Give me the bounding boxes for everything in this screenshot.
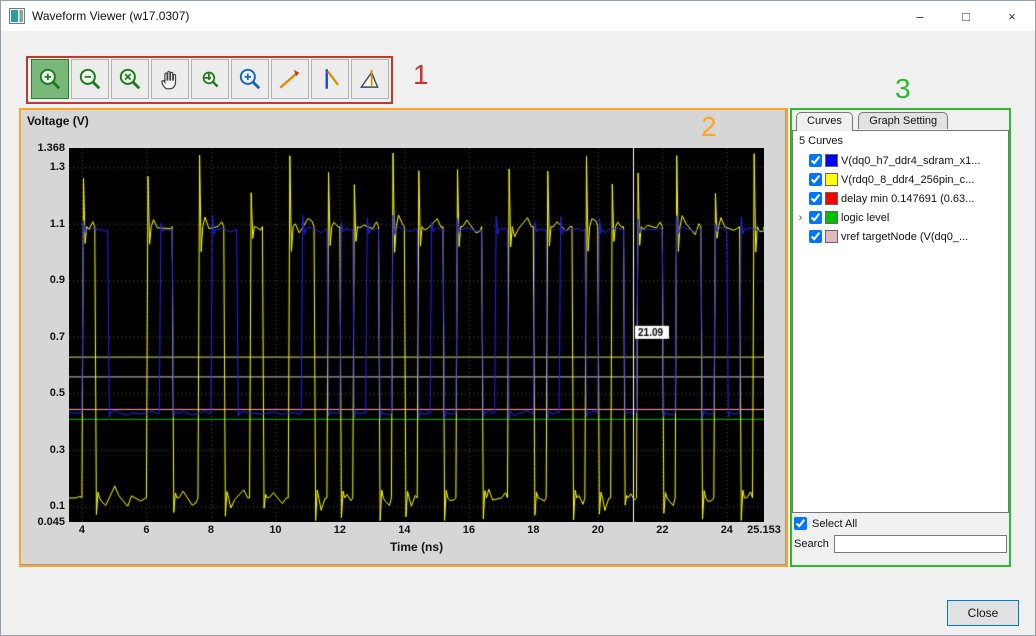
tab-graph-setting[interactable]: Graph Setting <box>858 112 949 129</box>
curve-checkbox[interactable] <box>809 173 822 186</box>
magnifier-minus-icon <box>77 66 103 92</box>
magnifier-blue-icon <box>237 66 263 92</box>
curve-row: › logic level <box>793 208 1008 227</box>
magnifier-small-icon <box>197 66 223 92</box>
hand-icon <box>157 66 183 92</box>
expand-chevron-icon[interactable]: › <box>795 212 806 224</box>
annotation-label-1: 1 <box>413 59 429 90</box>
curves-panel-bottom: Select All Search <box>792 517 1009 553</box>
curve-label[interactable]: delay min 0.147691 (0.63... <box>841 193 974 205</box>
y-tick-label: 1.1 <box>49 217 65 230</box>
curve-list: V(dq0_h7_ddr4_sdram_x1... V(rdq0_8_ddr4_2… <box>793 151 1008 246</box>
curve-checkbox[interactable] <box>809 230 822 243</box>
curve-label[interactable]: logic level <box>841 212 889 224</box>
select-all-label: Select All <box>812 517 858 530</box>
tab-curves[interactable]: Curves <box>796 112 853 131</box>
x-tick-label: 4 <box>78 524 86 536</box>
y-axis-title: Voltage (V) <box>27 114 89 128</box>
curve-color-swatch <box>825 192 838 205</box>
magnifier-x-icon <box>117 66 143 92</box>
measurement-button[interactable] <box>351 59 389 99</box>
curve-checkbox[interactable] <box>809 154 822 167</box>
y-tick-label: 1.3 <box>49 161 65 174</box>
curves-panel: Curves Graph Setting 5 Curves V(dq0_h7_d… <box>792 111 1009 562</box>
search-label: Search <box>794 538 829 550</box>
app-icon <box>9 8 25 24</box>
ruler-triangle-icon <box>357 66 383 92</box>
zoom-x-button[interactable] <box>111 59 149 99</box>
curve-row: delay min 0.147691 (0.63... <box>793 189 1008 208</box>
curve-color-swatch <box>825 211 838 224</box>
y-tick-label: 1.368 <box>37 142 65 154</box>
x-tick-label: 8 <box>207 524 215 536</box>
zoom-fit-button[interactable] <box>231 59 269 99</box>
vertical-marker-icon <box>317 66 343 92</box>
curve-color-swatch <box>825 173 838 186</box>
x-axis-title: Time (ns) <box>389 540 444 554</box>
annotation-label-3: 3 <box>895 73 911 104</box>
curve-row: V(dq0_h7_ddr4_sdram_x1... <box>793 151 1008 170</box>
search-row: Search <box>792 535 1009 553</box>
close-window-button[interactable]: × <box>989 1 1035 31</box>
curve-checkbox[interactable] <box>809 211 822 224</box>
x-tick-label: 12 <box>333 524 347 536</box>
curve-label[interactable]: V(rdq0_8_ddr4_256pin_c... <box>841 174 974 186</box>
minimize-button[interactable]: – <box>897 1 943 31</box>
zoom-out-button[interactable] <box>71 59 109 99</box>
y-tick-label: 0.5 <box>49 387 65 400</box>
curve-color-swatch <box>825 154 838 167</box>
close-button[interactable]: Close <box>947 600 1019 626</box>
x-tick-label: 10 <box>269 524 282 536</box>
y-tick-label: 0.3 <box>49 443 65 456</box>
y-tick-label: 0.1 <box>49 500 65 513</box>
pan-button[interactable] <box>151 59 189 99</box>
curve-row: V(rdq0_8_ddr4_256pin_c... <box>793 170 1008 189</box>
y-tick-label: 0.7 <box>49 330 65 343</box>
curve-list-box: 5 Curves V(dq0_h7_ddr4_sdram_x1... V(rdq0… <box>792 130 1009 513</box>
select-all-row: Select All <box>792 517 1009 530</box>
tab-row: Curves Graph Setting <box>792 111 1009 131</box>
x-tick-label: 20 <box>591 524 604 536</box>
slope-marker-button[interactable] <box>271 59 309 99</box>
x-tick-label: 6 <box>143 524 150 536</box>
plot-panel: Voltage (V) 0.045 0.1 0.3 0.5 0.7 0.9 1.1 1.3 1.… <box>20 109 786 565</box>
x-tick-label: 16 <box>462 524 476 536</box>
waveform-viewer-window: Waveform Viewer (w17.0307) – □ × Voltage… <box>0 0 1036 636</box>
window-title: Waveform Viewer (w17.0307) <box>32 9 190 23</box>
curve-checkbox[interactable] <box>809 192 822 205</box>
zoom-in-button[interactable] <box>31 59 69 99</box>
curve-color-swatch <box>825 230 838 243</box>
x-tick-label: 25.153 <box>747 524 781 536</box>
select-all-checkbox[interactable] <box>794 517 807 530</box>
curve-label[interactable]: vref targetNode (V(dq0_... <box>841 231 968 243</box>
x-tick-label: 22 <box>656 524 669 536</box>
curve-count-label: 5 Curves <box>799 135 844 147</box>
x-tick-label: 14 <box>398 524 411 536</box>
maximize-button[interactable]: □ <box>943 1 989 31</box>
curve-row: vref targetNode (V(dq0_... <box>793 227 1008 246</box>
slope-icon <box>277 66 303 92</box>
vertical-marker-button[interactable] <box>311 59 349 99</box>
y-tick-label: 0.9 <box>49 274 65 287</box>
zoom-area-button[interactable] <box>191 59 229 99</box>
y-tick-label: 0.045 <box>37 516 65 528</box>
waveform-canvas[interactable] <box>69 148 764 522</box>
magnifier-plus-icon <box>37 66 63 92</box>
search-input[interactable] <box>833 535 1007 553</box>
curve-label[interactable]: V(dq0_h7_ddr4_sdram_x1... <box>841 155 980 167</box>
x-tick-label: 18 <box>527 524 540 536</box>
titlebar: Waveform Viewer (w17.0307) – □ × <box>1 1 1035 31</box>
toolbar <box>31 59 389 99</box>
